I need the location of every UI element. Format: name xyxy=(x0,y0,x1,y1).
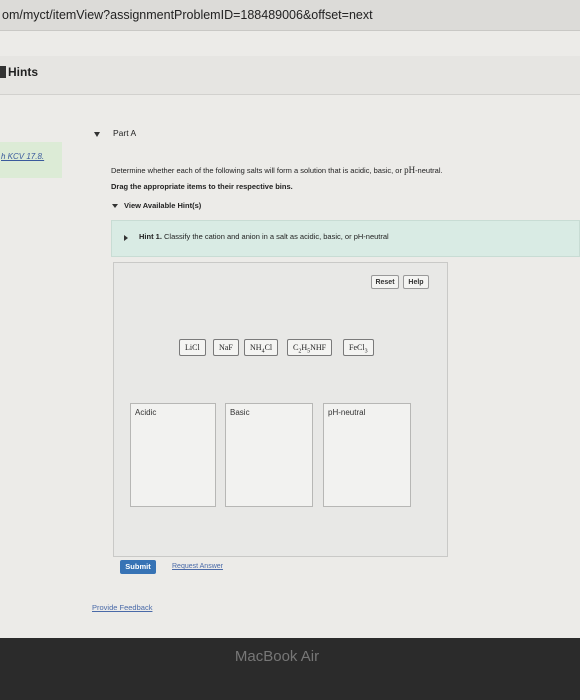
question-chem: pH xyxy=(404,165,416,175)
view-hints-label: View Available Hint(s) xyxy=(124,201,202,210)
bin-ph-neutral[interactable]: pH-neutral xyxy=(323,403,411,507)
draggable-fecl3[interactable]: FeCl3 xyxy=(343,339,374,356)
draggable-c2h5nhf[interactable]: C2H5NHF xyxy=(287,339,333,356)
brand-text: MacBook Air xyxy=(234,648,320,665)
submit-button[interactable]: Submit xyxy=(120,560,156,574)
question-instruction: Drag the appropriate items to their resp… xyxy=(111,182,293,191)
hints-label: Hints xyxy=(8,65,38,79)
help-button[interactable]: Help xyxy=(403,275,429,289)
sidebar-item-label[interactable]: h KCV 17.8. xyxy=(1,152,44,161)
question-suffix: -neutral. xyxy=(415,166,443,175)
hints-icon xyxy=(0,66,6,78)
caret-down-icon xyxy=(94,132,100,137)
bin-acidic[interactable]: Acidic xyxy=(130,403,216,507)
hint-1-text: Hint 1. Classify the cation and anion in… xyxy=(139,232,389,241)
url-text[interactable]: om/myct/itemView?assignmentProblemID=188… xyxy=(2,8,373,22)
request-answer-link[interactable]: Request Answer xyxy=(172,563,223,570)
bin-ph-neutral-title: pH-neutral xyxy=(328,408,366,417)
hint-1-body: Classify the cation and anion in a salt … xyxy=(161,232,389,241)
draggable-naf[interactable]: NaF xyxy=(213,339,239,356)
hint-1-prefix: Hint 1. xyxy=(139,232,162,241)
address-bar[interactable]: om/myct/itemView?assignmentProblemID=188… xyxy=(0,0,580,31)
laptop-brand-label: MacBook Air xyxy=(0,648,580,665)
bin-acidic-title: Acidic xyxy=(135,408,157,417)
part-a-label: Part A xyxy=(113,128,137,138)
question-prefix: Determine whether each of the following … xyxy=(111,166,405,175)
hint-1[interactable]: Hint 1. Classify the cation and anion in… xyxy=(111,220,580,257)
drag-drop-workspace: Reset Help LiCl NaF NH4Cl C2H5NHF FeCl3 … xyxy=(113,262,448,557)
hints-header: Hints xyxy=(0,56,580,95)
caret-down-icon xyxy=(112,204,118,208)
sidebar-item-kcv[interactable]: h KCV 17.8. xyxy=(0,142,62,178)
bin-basic-title: Basic xyxy=(230,408,250,417)
browser-screen: om/myct/itemView?assignmentProblemID=188… xyxy=(0,0,580,638)
bin-basic[interactable]: Basic xyxy=(225,403,313,507)
chevron-right-icon xyxy=(124,235,128,241)
question-text: Determine whether each of the following … xyxy=(111,165,443,175)
draggable-licl[interactable]: LiCl xyxy=(179,339,206,356)
reset-button[interactable]: Reset xyxy=(371,275,399,289)
provide-feedback-link[interactable]: Provide Feedback xyxy=(92,603,152,612)
draggable-nh4cl[interactable]: NH4Cl xyxy=(244,339,279,356)
